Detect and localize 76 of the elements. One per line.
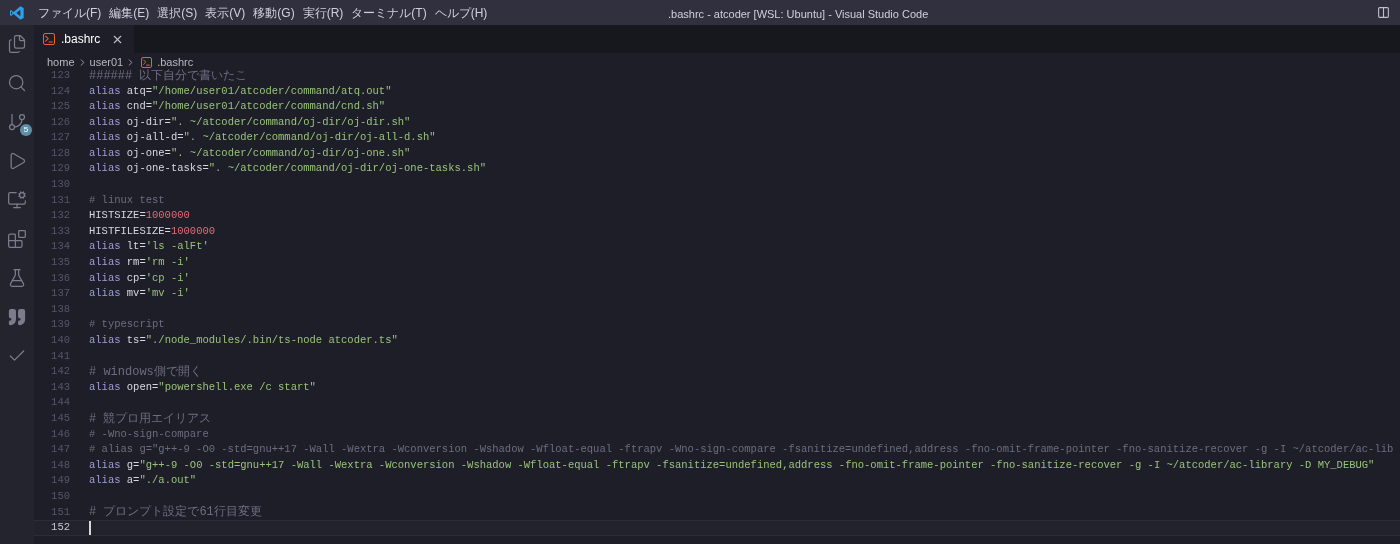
code-comment: # typescript	[89, 317, 165, 333]
line-number: 146	[50, 426, 70, 442]
code-line: alias lt='ls -alFt'	[89, 239, 209, 255]
code-line: alias mv='mv -i'	[89, 286, 190, 302]
quote-icon[interactable]	[7, 307, 27, 327]
line-number: 139	[50, 317, 70, 333]
count-badge: 5	[20, 124, 32, 136]
code-line: HISTSIZE=1000000	[89, 208, 190, 224]
line-number: 145	[50, 411, 70, 426]
editor-tab[interactable]: .bashrc	[34, 25, 134, 53]
files-icon[interactable]	[7, 34, 27, 54]
line-number: 138	[50, 301, 70, 317]
line-number: 136	[50, 270, 70, 286]
line-number: 142	[50, 364, 70, 380]
line-number: 148	[50, 457, 70, 473]
code-line: alias oj-all-d=". ~/atcoder/command/oj-dir/oj-all-d.sh"	[89, 130, 436, 146]
line-number: 129	[50, 161, 70, 177]
menu-item[interactable]: 移動(G)	[249, 3, 299, 22]
line-number: 132	[50, 208, 70, 224]
code-line: alias a="./a.out"	[89, 473, 197, 489]
line-number: 128	[50, 145, 70, 161]
branch-icon[interactable]	[7, 112, 27, 132]
code-comment: # linux test	[89, 192, 165, 208]
code-comment: # プロンプト設定で61行目変更	[89, 504, 262, 522]
monitor-icon[interactable]	[7, 190, 27, 210]
tab-label: .bashrc	[61, 31, 102, 48]
code-comment: # alias g="g++-9 -O0 -std=gnu++17 -Wall -Wextra -Wconversion -Wshadow -Wfloat-equal -ftrapv -Wno-sign-compare -fsanitize=undefined,address -fno-omit-frame-pointer -fno-sanitize-recover -g -I ~/atcoder/ac-lib	[89, 442, 1394, 458]
window-title: .bashrc - atcoder [WSL: Ubuntu] - Visual Studio Code	[668, 7, 929, 22]
code-line: alias rm='rm -i'	[89, 255, 190, 271]
line-number: 133	[50, 223, 70, 239]
code-line: alias ts="./node_modules/.bin/ts-node atcoder.ts"	[89, 333, 398, 348]
code-line: alias cp='cp -i'	[89, 270, 190, 286]
blocks-icon[interactable]	[7, 229, 27, 249]
code-comment: # 競プロ用エイリアス	[89, 410, 212, 428]
code-line: alias oj-one-tasks=". ~/atcoder/command/oj-dir/oj-one-tasks.sh"	[89, 161, 486, 177]
terminal-file-icon	[43, 33, 55, 45]
menu-item[interactable]: 実行(R)	[298, 3, 348, 22]
menu-item[interactable]: ターミナル(T)	[347, 3, 431, 22]
line-number: 141	[50, 348, 70, 364]
line-number: 137	[50, 286, 70, 302]
line-number: 134	[50, 239, 70, 255]
line-number: 131	[50, 192, 70, 208]
menu-item[interactable]: ファイル(F)	[34, 3, 106, 22]
code-line: alias oj-one=". ~/atcoder/command/oj-dir/oj-one.sh"	[89, 145, 411, 161]
menu-item[interactable]: 選択(S)	[153, 3, 202, 22]
line-number: 152	[50, 520, 70, 536]
line-number: 147	[50, 442, 70, 458]
line-number: 144	[50, 395, 70, 411]
flask-icon[interactable]	[7, 268, 27, 288]
line-number: 143	[50, 379, 70, 395]
line-number: 151	[50, 504, 70, 520]
code-line: alias oj-dir=". ~/atcoder/command/oj-dir/oj-dir.sh"	[89, 114, 411, 130]
line-number: 135	[50, 255, 70, 271]
line-number: 130	[50, 177, 70, 193]
line-number: 124	[50, 83, 70, 99]
menu-item[interactable]: 表示(V)	[201, 3, 250, 22]
app-logo-icon	[9, 4, 25, 21]
menu-item[interactable]: ヘルプ(H)	[430, 3, 492, 22]
text-cursor	[89, 521, 91, 535]
layout-icon[interactable]	[1377, 6, 1390, 19]
line-number: 150	[50, 488, 70, 504]
code-line: alias cnd="/home/user01/atcoder/command/cnd.sh"	[89, 99, 386, 115]
line-number: 125	[50, 99, 70, 115]
code-comment: # windows側で開く	[89, 364, 202, 382]
line-number: 149	[50, 473, 70, 489]
code-line: alias g="g++-9 -O0 -std=gnu++17 -Wall -Wextra -Wconversion -Wshadow -Wfloat-equal -ftrapv -fsanitize=undefined,address -fno-omit-frame-pointer -fno-sanitize-recover -g -I ~/atcoder/ac-library -D MY_DEBUG"	[89, 457, 1375, 473]
terminal-file-icon	[141, 56, 153, 68]
line-number: 127	[50, 130, 70, 146]
code-comment: # -Wno-sign-compare	[89, 426, 209, 442]
code-line: HISTFILESIZE=1000000	[89, 223, 216, 239]
line-number: 126	[50, 114, 70, 130]
line-number: 140	[50, 333, 70, 348]
code-line: alias open="powershell.exe /c start"	[89, 379, 316, 395]
code-line: alias atq="/home/user01/atcoder/command/atq.out"	[89, 83, 392, 99]
search-icon[interactable]	[7, 73, 27, 93]
menu-item[interactable]: 編集(E)	[105, 3, 154, 22]
